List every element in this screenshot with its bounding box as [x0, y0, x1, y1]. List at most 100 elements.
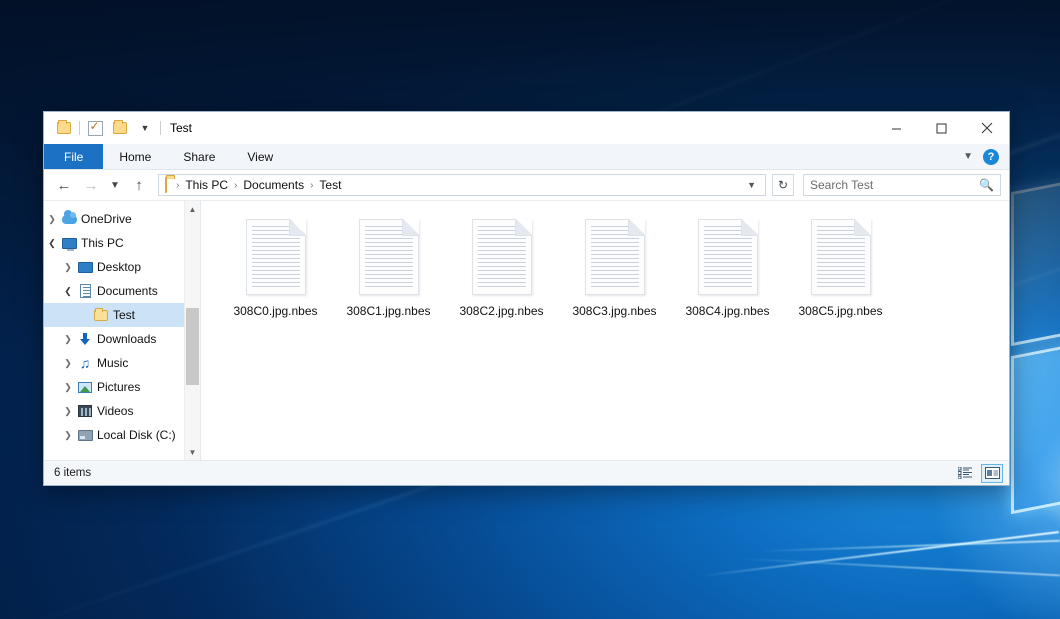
pc-icon — [60, 238, 78, 249]
sidebar-item-label: Pictures — [97, 380, 140, 394]
chevron-down-icon[interactable]: ❮ — [44, 238, 60, 249]
file-name: 308C3.jpg.nbes — [572, 304, 656, 318]
close-button[interactable] — [964, 112, 1009, 144]
help-icon[interactable]: ? — [983, 149, 999, 165]
new-folder-icon[interactable] — [110, 118, 130, 138]
address-bar: ← → ▼ ↑ › This PC › Documents › Test ▼ ↻… — [44, 170, 1009, 201]
explorer-body: ❯ OneDrive ❮ This PC ❯ Desktop — [44, 201, 1009, 460]
list-item[interactable]: 308C4.jpg.nbes — [671, 215, 784, 335]
breadcrumb-folder-icon — [165, 178, 167, 192]
list-item[interactable]: 308C5.jpg.nbes — [784, 215, 897, 335]
maximize-button[interactable] — [919, 112, 964, 144]
search-placeholder: Search Test — [810, 178, 979, 192]
navigation-pane: ❯ OneDrive ❮ This PC ❯ Desktop — [44, 201, 201, 460]
search-icon[interactable]: 🔍 — [979, 178, 994, 192]
list-item[interactable]: 308C3.jpg.nbes — [558, 215, 671, 335]
folder-icon[interactable] — [54, 118, 74, 138]
toolbar-divider — [79, 121, 80, 135]
desktop-icon — [76, 262, 94, 273]
chevron-right-icon[interactable]: ❯ — [60, 334, 76, 345]
file-explorer-window: ▼ Test File Home Share View — [43, 111, 1010, 486]
file-name: 308C2.jpg.nbes — [459, 304, 543, 318]
file-name: 308C4.jpg.nbes — [685, 304, 769, 318]
sidebar-item-pictures[interactable]: ❯ Pictures — [44, 375, 184, 399]
recent-locations-icon[interactable]: ▼ — [106, 173, 124, 197]
chevron-right-icon[interactable]: ❯ — [60, 358, 76, 369]
music-icon: ♫ — [76, 356, 94, 370]
sidebar-item-label: Music — [97, 356, 128, 370]
sidebar-item-documents[interactable]: ❮ Documents — [44, 279, 184, 303]
list-item[interactable]: 308C1.jpg.nbes — [332, 215, 445, 335]
window-title: Test — [170, 121, 192, 135]
up-button[interactable]: ↑ — [127, 173, 151, 197]
file-list[interactable]: 308C0.jpg.nbes 308C1.jpg.nbes 308C2.jpg.… — [201, 201, 1009, 460]
sidebar-item-test[interactable]: Test — [44, 303, 184, 327]
status-bar: 6 items — [44, 460, 1009, 485]
sidebar-item-local-disk[interactable]: ❯ Local Disk (C:) — [44, 423, 184, 447]
chevron-right-icon[interactable]: ❯ — [60, 262, 76, 273]
list-item[interactable]: 308C2.jpg.nbes — [445, 215, 558, 335]
sidebar-item-label: Desktop — [97, 260, 141, 274]
sidebar-item-this-pc[interactable]: ❮ This PC — [44, 231, 184, 255]
tab-view[interactable]: View — [231, 144, 289, 169]
breadcrumb[interactable]: › This PC › Documents › Test ▼ — [158, 174, 766, 196]
scroll-up-icon[interactable]: ▲ — [185, 201, 200, 217]
sidebar-item-downloads[interactable]: ❯ Downloads — [44, 327, 184, 351]
customize-chevron-icon[interactable]: ▼ — [135, 118, 155, 138]
title-bar[interactable]: ▼ Test — [44, 112, 1009, 144]
properties-icon[interactable] — [85, 118, 105, 138]
chevron-down-icon[interactable]: ▼ — [963, 151, 973, 162]
generic-file-icon — [811, 219, 871, 295]
documents-icon — [76, 284, 94, 298]
sidebar-item-label: Videos — [97, 404, 133, 418]
scroll-down-icon[interactable]: ▼ — [185, 444, 200, 460]
forward-button[interactable]: → — [79, 173, 103, 197]
file-name: 308C1.jpg.nbes — [346, 304, 430, 318]
chevron-right-icon[interactable]: ❯ — [60, 430, 76, 441]
sidebar-item-label: Downloads — [97, 332, 156, 346]
chevron-down-icon[interactable]: ❮ — [60, 286, 76, 297]
sidebar-item-label: OneDrive — [81, 212, 132, 226]
chevron-right-icon[interactable]: ❯ — [60, 406, 76, 417]
list-item[interactable]: 308C0.jpg.nbes — [219, 215, 332, 335]
breadcrumb-separator: › — [172, 180, 183, 191]
sidebar-item-videos[interactable]: ❯ Videos — [44, 399, 184, 423]
cloud-icon — [60, 214, 78, 224]
back-button[interactable]: ← — [52, 173, 76, 197]
folder-icon — [92, 310, 110, 321]
window-controls — [874, 112, 1009, 144]
breadcrumb-item-test[interactable]: Test — [317, 178, 343, 192]
tab-file[interactable]: File — [44, 144, 103, 169]
view-toggle-group — [954, 464, 1003, 483]
downloads-icon — [76, 332, 94, 346]
scrollbar-thumb[interactable] — [186, 308, 199, 385]
breadcrumb-item-documents[interactable]: Documents — [241, 178, 306, 192]
navigation-scrollbar[interactable]: ▲ ▼ — [184, 201, 200, 460]
quick-access-toolbar: ▼ — [44, 118, 161, 138]
refresh-button[interactable]: ↻ — [772, 174, 794, 196]
breadcrumb-separator: › — [306, 180, 317, 191]
file-name: 308C5.jpg.nbes — [798, 304, 882, 318]
ribbon-spacer — [289, 144, 963, 169]
chevron-right-icon[interactable]: ❯ — [44, 214, 60, 225]
tab-home[interactable]: Home — [103, 144, 167, 169]
chevron-down-icon[interactable]: ▼ — [742, 180, 761, 190]
large-icons-view-button[interactable] — [981, 464, 1003, 483]
breadcrumb-item-this-pc[interactable]: This PC — [183, 178, 230, 192]
tab-share[interactable]: Share — [167, 144, 231, 169]
sidebar-item-music[interactable]: ❯ ♫ Music — [44, 351, 184, 375]
scrollbar-track[interactable] — [185, 217, 200, 444]
minimize-button[interactable] — [874, 112, 919, 144]
ribbon-tab-bar: File Home Share View ▼ ? — [44, 144, 1009, 170]
sidebar-item-desktop[interactable]: ❯ Desktop — [44, 255, 184, 279]
generic-file-icon — [698, 219, 758, 295]
details-view-button[interactable] — [954, 464, 976, 483]
sidebar-item-onedrive[interactable]: ❯ OneDrive — [44, 207, 184, 231]
chevron-right-icon[interactable]: ❯ — [60, 382, 76, 393]
sidebar-item-label: This PC — [81, 236, 124, 250]
pictures-icon — [76, 382, 94, 393]
ribbon-right-controls: ▼ ? — [963, 144, 1009, 169]
sidebar-item-label: Test — [113, 308, 135, 322]
search-input[interactable]: Search Test 🔍 — [803, 174, 1001, 196]
disk-icon — [76, 430, 94, 441]
